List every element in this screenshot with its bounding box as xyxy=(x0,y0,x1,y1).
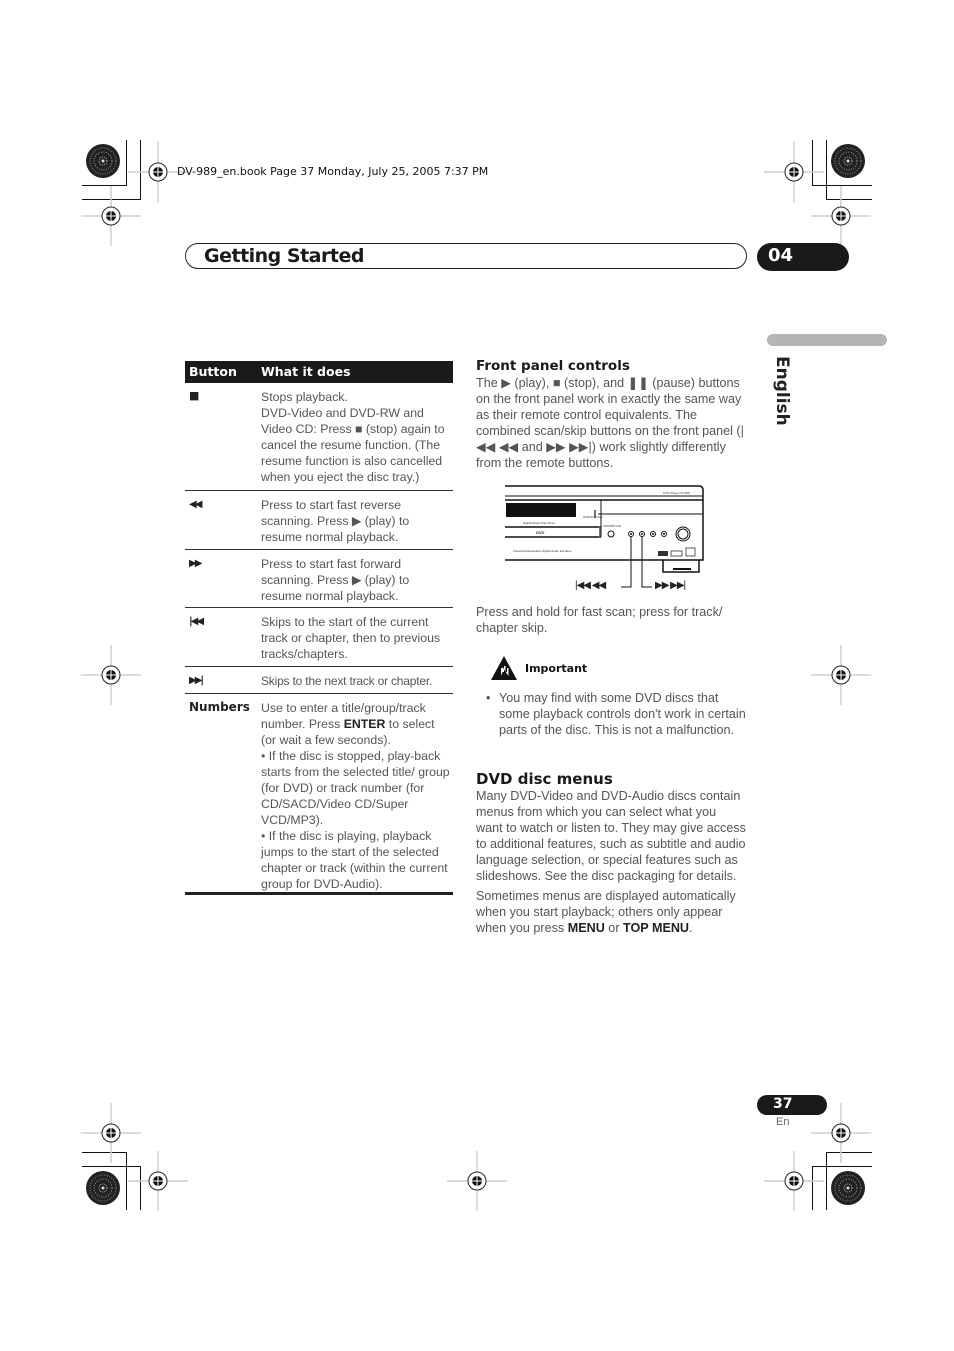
chapter-title: Getting Started xyxy=(204,245,364,267)
top-menu-key-label: TOP MENU xyxy=(623,921,690,935)
diagram-caption: Press and hold for fast scan; press for … xyxy=(476,605,723,635)
dvd-menus-para2: Sometimes menus are displayed automatica… xyxy=(476,888,746,936)
description-line: • If the disc is playing, playback jumps… xyxy=(261,829,448,891)
print-header: DV-989_en.book Page 37 Monday, July 25, … xyxy=(177,165,489,178)
description-line: DVD-Video and DVD-RW and Video CD: Press… xyxy=(261,406,445,484)
color-registration-mark xyxy=(85,1170,121,1206)
page-number-badge: 37 xyxy=(757,1095,827,1115)
row-description: Press to start fast reverse scanning. Pr… xyxy=(261,491,453,551)
registration-mark xyxy=(447,1151,507,1211)
chapter-number-badge: 04 xyxy=(757,243,849,271)
front-panel-section: Front panel controls The ▶ (play), ■ (st… xyxy=(476,358,746,471)
important-notes: You may find with some DVD discs that so… xyxy=(486,690,748,738)
chapter-title-bar: Getting Started xyxy=(185,243,747,269)
fast-forward-icon: ▶▶ xyxy=(189,558,202,569)
registration-mark xyxy=(128,1151,188,1211)
dvd-menus-section: DVD disc menus Many DVD-Video and DVD-Au… xyxy=(476,771,746,936)
table-row: |◀◀ Skips to the start of the current tr… xyxy=(185,608,453,667)
table-row: ■ Stops playback. DVD-Video and DVD-RW a… xyxy=(185,383,453,491)
column-header-what-it-does: What it does xyxy=(261,364,351,379)
skip-reverse-scan-label: |◀◀ ◀◀ xyxy=(575,580,606,591)
registration-mark xyxy=(81,645,141,705)
description-line: Stops playback. xyxy=(261,390,348,404)
stop-icon: ■ xyxy=(189,389,200,402)
svg-text:DVD Player DV-989: DVD Player DV-989 xyxy=(663,491,690,495)
list-item: You may find with some DVD discs that so… xyxy=(486,690,748,738)
svg-text:Digital Direct Pure Drive: Digital Direct Pure Drive xyxy=(523,521,555,525)
skip-next-icon: ▶▶| xyxy=(189,675,204,686)
svg-text:STANDBY/ON: STANDBY/ON xyxy=(603,524,621,528)
description-line: Press to start fast forward scanning. Pr… xyxy=(261,557,410,603)
front-panel-diagram: DVD Player DV-989 Digital Direct Pure Dr… xyxy=(503,484,707,594)
description-line: Press to start fast reverse scanning. Pr… xyxy=(261,498,410,544)
table-header: Button What it does xyxy=(185,361,453,383)
table-row: ▶▶ Press to start fast forward scanning.… xyxy=(185,550,453,608)
text: . xyxy=(689,921,693,935)
button-function-table: Button What it does ■ Stops playback. DV… xyxy=(185,361,453,895)
table-row: ◀◀ Press to start fast reverse scanning.… xyxy=(185,491,453,550)
row-description: Press to start fast forward scanning. Pr… xyxy=(261,550,453,610)
svg-text:OPEN/CLOSE: OPEN/CLOSE xyxy=(583,515,603,519)
front-panel-heading: Front panel controls xyxy=(476,358,630,374)
text: or xyxy=(604,921,624,935)
crop-line xyxy=(126,140,127,185)
svg-text:DVD: DVD xyxy=(536,530,545,535)
description-line: Skips to the start of the current track … xyxy=(261,615,441,661)
color-registration-mark xyxy=(830,143,866,179)
chapter-number: 04 xyxy=(768,245,794,266)
fast-reverse-icon: ◀◀ xyxy=(189,499,202,510)
registration-mark xyxy=(81,186,141,246)
row-description: Skips to the start of the current track … xyxy=(261,608,453,668)
dvd-menus-para1: Many DVD-Video and DVD-Audio discs conta… xyxy=(476,789,746,883)
front-panel-body: The ▶ (play), ■ (stop), and ❚❚ (pause) b… xyxy=(476,376,744,470)
svg-text:Advanced Resolution Digital Au: Advanced Resolution Digital Audio Interf… xyxy=(513,549,572,553)
table-row: ▶▶| Skips to the next track or chapter. xyxy=(185,667,453,694)
page-language-code: En xyxy=(776,1116,790,1128)
table-row: Numbers Use to enter a title/group/track… xyxy=(185,694,453,895)
enter-key-label: ENTER xyxy=(343,717,386,731)
menu-key-label: MENU xyxy=(567,921,605,935)
forward-scan-skip-label: ▶▶ ▶▶| xyxy=(655,580,686,591)
description-line: Skips to the next track or chapter. xyxy=(261,674,433,688)
color-registration-mark xyxy=(830,1170,866,1206)
language-tab-bar xyxy=(767,334,887,346)
row-description: Stops playback. DVD-Video and DVD-RW and… xyxy=(261,383,453,491)
description-line: • If the disc is stopped, play-back star… xyxy=(261,749,450,827)
row-description: Skips to the next track or chapter. xyxy=(261,667,453,695)
warning-hand-icon xyxy=(490,655,518,681)
column-header-button: Button xyxy=(189,364,237,379)
registration-mark xyxy=(811,645,871,705)
diagram-caption-block: Press and hold for fast scan; press for … xyxy=(476,604,746,636)
numbers-label: Numbers xyxy=(189,700,250,714)
row-description: Use to enter a title/group/track number.… xyxy=(261,694,453,898)
dvd-menus-heading: DVD disc menus xyxy=(476,770,613,788)
language-tab-label: English xyxy=(772,356,792,426)
registration-mark xyxy=(764,1151,824,1211)
page-number: 37 xyxy=(773,1096,793,1112)
color-registration-mark xyxy=(85,143,121,179)
important-label: Important xyxy=(525,662,588,675)
registration-mark xyxy=(811,186,871,246)
description-line: Use to enter a title/group/track number.… xyxy=(261,700,453,748)
skip-previous-icon: |◀◀ xyxy=(189,616,204,627)
